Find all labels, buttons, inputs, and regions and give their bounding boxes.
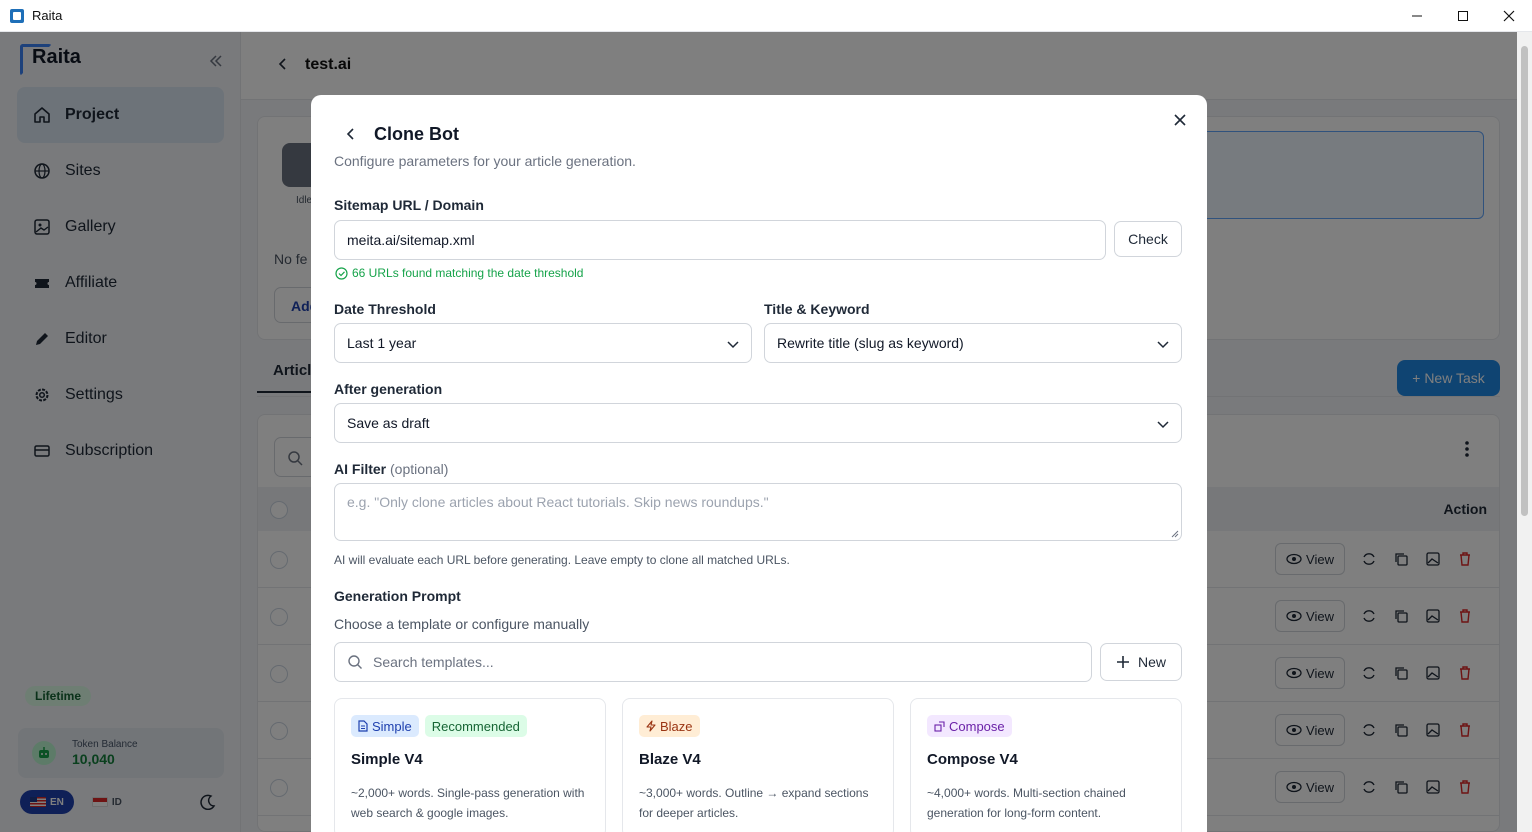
title-keyword-label: Title & Keyword [764,301,870,317]
tag-label: Compose [949,718,1005,734]
chevron-left-icon[interactable] [343,126,359,142]
template-card-simple[interactable]: Simple Recommended Simple V4 ~2,000+ wor… [334,698,606,832]
template-search-input[interactable]: Search templates... [334,642,1092,682]
modal-title: Clone Bot [374,124,459,144]
maximize-icon [1458,11,1468,21]
new-template-label: New [1137,654,1166,670]
title-keyword-select[interactable]: Rewrite title (slug as keyword) [764,323,1182,363]
template-description: ~2,000+ words. Single-pass generation wi… [351,786,585,820]
modal-subtitle: Configure parameters for your article ge… [334,153,636,169]
title-keyword-value: Rewrite title (slug as keyword) [777,335,964,351]
document-icon [358,720,368,732]
new-template-button[interactable]: New [1100,643,1182,681]
ai-filter-placeholder: e.g. "Only clone articles about React tu… [347,494,769,510]
sitemap-success-message: 66 URLs found matching the date threshol… [335,266,583,280]
chevron-down-icon [1157,341,1169,349]
chevron-down-icon [727,341,739,349]
lightning-icon [646,720,656,732]
check-circle-icon [335,266,348,280]
template-description: ~4,000+ words. Multi-section chained gen… [927,786,1126,820]
after-generation-value: Save as draft [347,415,430,431]
template-card-compose[interactable]: Compose Compose V4 ~4,000+ words. Multi-… [910,698,1182,832]
ai-filter-help: AI will evaluate each URL before generat… [334,553,790,567]
scrollbar-thumb[interactable] [1521,46,1528,516]
template-search-placeholder: Search templates... [373,654,494,670]
generation-prompt-label: Generation Prompt [334,588,461,604]
generation-prompt-subtitle: Choose a template or configure manually [334,616,590,632]
ai-filter-label-text: AI Filter [334,461,387,477]
plus-icon [1116,656,1129,668]
compose-tag: Compose [927,715,1012,737]
page-scrollbar[interactable] [1517,32,1532,832]
minimize-icon [1412,15,1422,17]
template-description: ~3,000+ words. Outline → expand sections… [639,786,869,820]
window-titlebar: Raita [0,0,1532,32]
optional-tag: (optional) [390,461,449,477]
template-name: Compose V4 [927,751,1018,768]
sitemap-value: meita.ai/sitemap.xml [347,232,475,248]
close-icon[interactable] [1172,112,1188,128]
compose-icon [934,720,945,732]
tag-label: Blaze [660,718,693,734]
date-threshold-select[interactable]: Last 1 year [334,323,752,363]
search-icon [348,655,362,669]
after-generation-select[interactable]: Save as draft [334,403,1182,443]
recommended-tag: Recommended [424,715,527,737]
date-threshold-value: Last 1 year [347,335,417,351]
success-text: 66 URLs found matching the date threshol… [352,266,584,280]
minimize-button[interactable] [1394,0,1440,32]
template-name: Simple V4 [351,751,423,768]
close-window-button[interactable] [1486,0,1532,32]
simple-tag: Simple [351,715,419,737]
tag-label: Simple [372,718,412,734]
date-threshold-label: Date Threshold [334,301,436,317]
check-button[interactable]: Check [1114,221,1182,257]
window-controls [1394,0,1532,32]
sitemap-label: Sitemap URL / Domain [334,197,484,213]
resize-grip-icon[interactable] [1171,530,1179,538]
window-title: Raita [32,8,63,23]
app-logo-icon [10,8,24,23]
template-name: Blaze V4 [639,751,701,768]
template-card-blaze[interactable]: Blaze Blaze V4 ~3,000+ words. Outline → … [622,698,894,832]
close-icon [1503,10,1515,22]
blaze-tag: Blaze [639,715,700,737]
maximize-button[interactable] [1440,0,1486,32]
clone-bot-modal: Clone Bot Configure parameters for your … [311,95,1207,832]
ai-filter-textarea[interactable]: e.g. "Only clone articles about React tu… [334,483,1182,541]
sitemap-input[interactable]: meita.ai/sitemap.xml [334,220,1106,260]
chevron-down-icon [1157,421,1169,429]
after-generation-label: After generation [334,381,443,397]
ai-filter-label: AI Filter (optional) [334,461,448,477]
